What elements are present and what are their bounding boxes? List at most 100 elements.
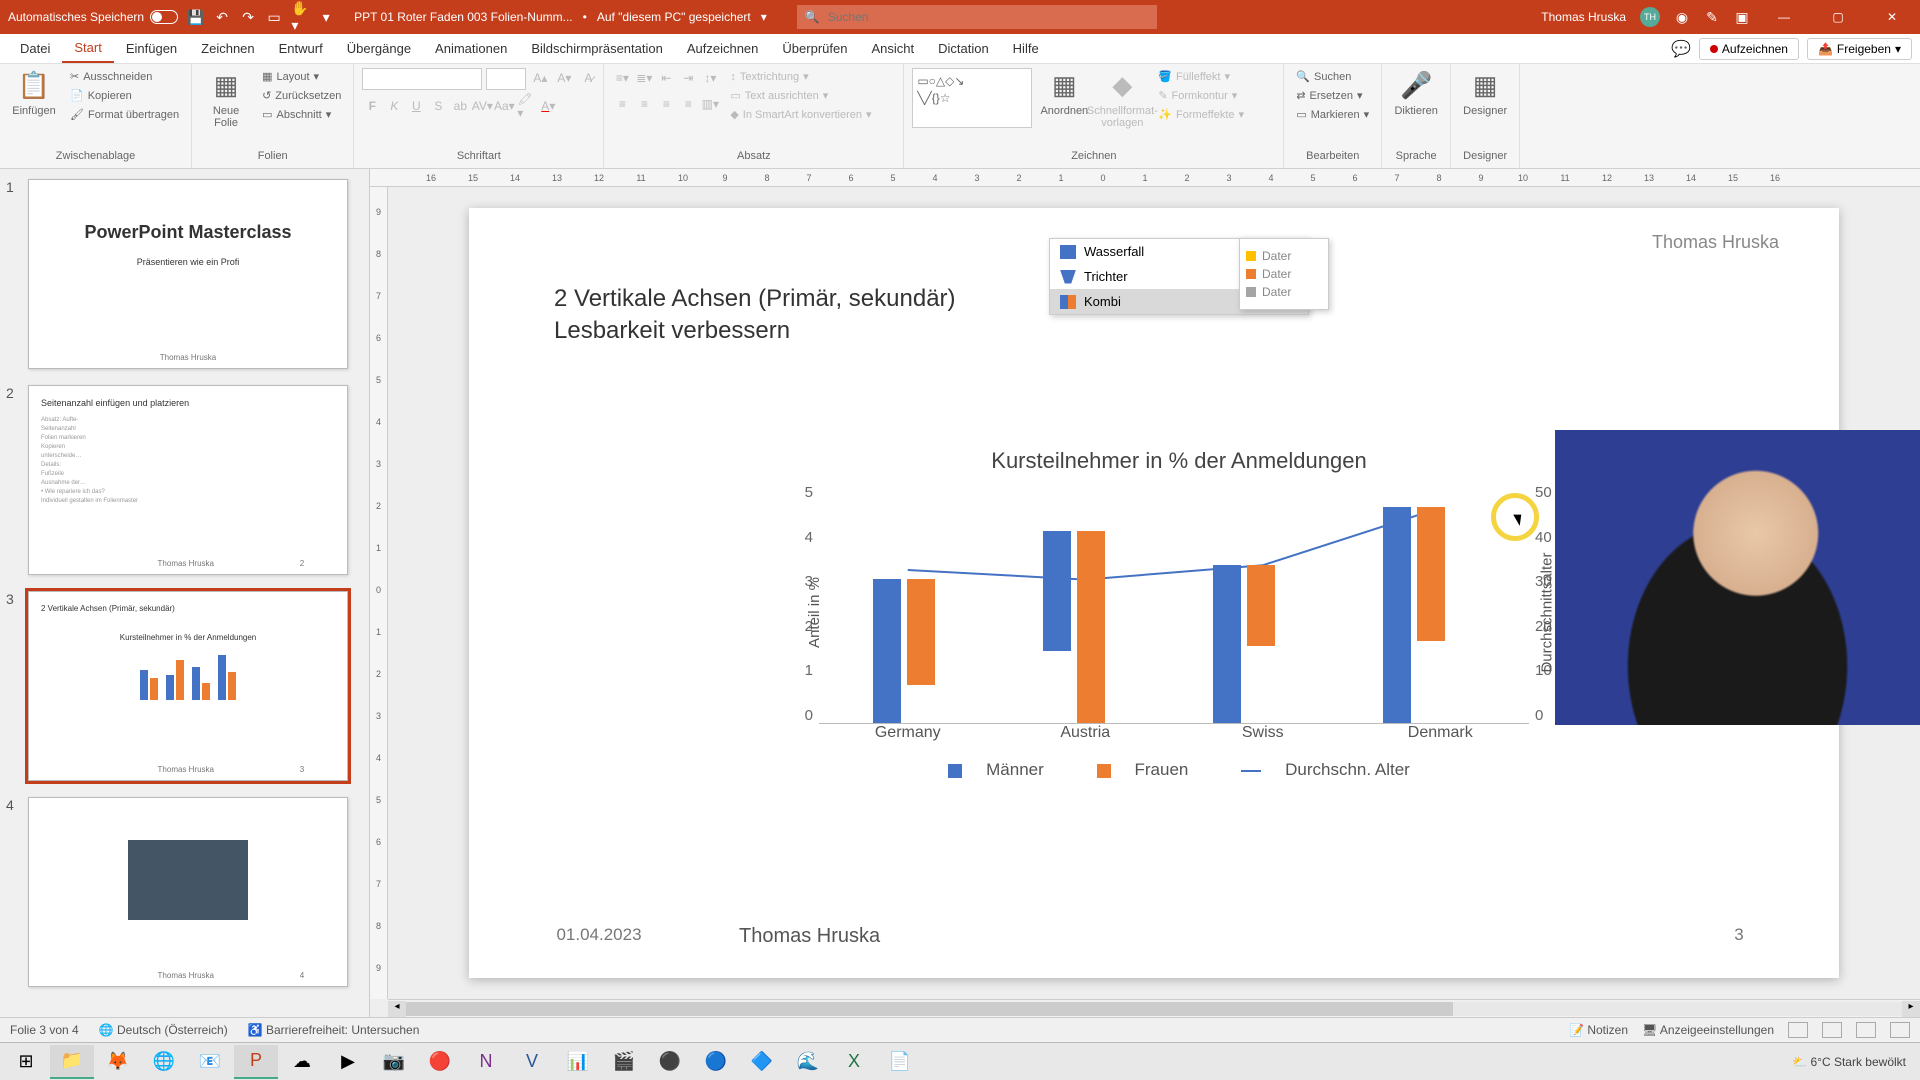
align-left-icon[interactable]: ≡ — [612, 94, 632, 114]
thumbnail-2[interactable]: Seitenanzahl einfügen und platzieren Abs… — [28, 385, 348, 575]
tab-hilfe[interactable]: Hilfe — [1001, 35, 1051, 62]
slide-indicator[interactable]: Folie 3 von 4 — [10, 1023, 79, 1037]
text-align-button[interactable]: ▭ Text ausrichten ▾ — [726, 87, 875, 104]
smartart-button[interactable]: ◆ In SmartArt konvertieren ▾ — [726, 106, 875, 123]
shapes-gallery[interactable]: ▭○△◇↘╲╱{}☆ — [912, 68, 1032, 128]
firefox-icon[interactable]: 🦊 — [96, 1045, 140, 1079]
tab-animationen[interactable]: Animationen — [423, 35, 519, 62]
explorer-icon[interactable]: 📁 — [50, 1045, 94, 1079]
tab-start[interactable]: Start — [62, 34, 113, 63]
vertical-ruler[interactable]: 9876543210123456789 — [370, 187, 388, 999]
tab-ueberpruefen[interactable]: Überprüfen — [770, 35, 859, 62]
onenote-icon[interactable]: N — [464, 1045, 508, 1079]
bullets-icon[interactable]: ≡▾ — [612, 68, 632, 88]
filename-area[interactable]: PPT 01 Roter Faden 003 Folien-Numm... • … — [354, 10, 767, 24]
tab-einfuegen[interactable]: Einfügen — [114, 35, 189, 62]
tab-zeichnen[interactable]: Zeichnen — [189, 35, 266, 62]
drawing-icon[interactable]: ✎ — [1704, 9, 1720, 25]
search-input[interactable] — [828, 10, 1149, 24]
shape-effects-button[interactable]: ✨ Formeffekte ▾ — [1154, 106, 1248, 123]
decrease-font-icon[interactable]: A▾ — [554, 68, 574, 88]
paste-button[interactable]: 📋Einfügen — [8, 68, 60, 119]
minimize-button[interactable]: — — [1764, 10, 1804, 24]
arrange-button[interactable]: ▦Anordnen — [1038, 68, 1090, 119]
tab-aufzeichnen[interactable]: Aufzeichnen — [675, 35, 771, 62]
vlc-icon[interactable]: ▶ — [326, 1045, 370, 1079]
notes-button[interactable]: 📝 Notizen — [1569, 1023, 1628, 1037]
layout-button[interactable]: ▦ Layout ▾ — [258, 68, 345, 85]
app-icon-3[interactable]: 🔴 — [418, 1045, 462, 1079]
share-button[interactable]: 📤Freigeben▾ — [1807, 38, 1912, 60]
text-direction-button[interactable]: ↕ Textrichtung ▾ — [726, 68, 875, 85]
user-name[interactable]: Thomas Hruska — [1541, 10, 1626, 24]
tab-entwurf[interactable]: Entwurf — [267, 35, 335, 62]
language-indicator[interactable]: 🌐 Deutsch (Österreich) — [99, 1023, 228, 1037]
horizontal-ruler[interactable]: 1615141312111098765432101234567891011121… — [370, 169, 1920, 187]
sync-icon[interactable]: ◉ — [1674, 9, 1690, 25]
tab-uebergaenge[interactable]: Übergänge — [335, 35, 423, 62]
find-button[interactable]: 🔍 Suchen — [1292, 68, 1373, 85]
font-size-input[interactable] — [486, 68, 526, 90]
indent-icon[interactable]: ⇥ — [678, 68, 698, 88]
app-icon-7[interactable]: 🔷 — [740, 1045, 784, 1079]
reset-button[interactable]: ↺ Zurücksetzen — [258, 87, 345, 104]
dictate-button[interactable]: 🎤Diktieren — [1390, 68, 1442, 119]
app-icon-8[interactable]: 📄 — [878, 1045, 922, 1079]
strike-icon[interactable]: S — [428, 96, 448, 116]
underline-icon[interactable]: U — [406, 96, 426, 116]
clear-format-icon[interactable]: A̷ — [578, 68, 598, 88]
increase-font-icon[interactable]: A▴ — [530, 68, 550, 88]
designer-button[interactable]: ▦Designer — [1459, 68, 1511, 119]
select-button[interactable]: ▭ Markieren ▾ — [1292, 106, 1373, 123]
slideshow-icon[interactable]: ▭ — [266, 9, 282, 25]
new-slide-button[interactable]: ▦Neue Folie — [200, 68, 252, 131]
copy-button[interactable]: 📄 Kopieren — [66, 87, 183, 104]
record-button[interactable]: Aufzeichnen — [1699, 38, 1799, 60]
columns-icon[interactable]: ▥▾ — [700, 94, 720, 114]
autosave-toggle[interactable]: Automatisches Speichern — [8, 10, 178, 24]
redo-icon[interactable]: ↷ — [240, 9, 256, 25]
tab-ansicht[interactable]: Ansicht — [859, 35, 926, 62]
visio-icon[interactable]: V — [510, 1045, 554, 1079]
font-color-icon[interactable]: A▾ — [538, 96, 558, 116]
slideshow-view-icon[interactable] — [1890, 1022, 1910, 1038]
touch-icon[interactable]: ✋▾ — [292, 9, 308, 25]
slide-title[interactable]: 2 Vertikale Achsen (Primär, sekundär) Le… — [554, 283, 956, 348]
accessibility-indicator[interactable]: ♿ Barrierefreiheit: Untersuchen — [248, 1023, 420, 1037]
shape-outline-button[interactable]: ✎ Formkontur ▾ — [1154, 87, 1248, 104]
tab-praesentation[interactable]: Bildschirmpräsentation — [519, 35, 675, 62]
quick-styles-button[interactable]: ◆Schnellformat- vorlagen — [1096, 68, 1148, 131]
bold-icon[interactable]: F — [362, 96, 382, 116]
thumbnail-3[interactable]: 2 Vertikale Achsen (Primär, sekundär) Ku… — [28, 591, 348, 781]
app-icon-6[interactable]: 🔵 — [694, 1045, 738, 1079]
edge-icon[interactable]: 🌊 — [786, 1045, 830, 1079]
close-button[interactable]: ✕ — [1872, 10, 1912, 24]
align-right-icon[interactable]: ≡ — [656, 94, 676, 114]
outlook-icon[interactable]: 📧 — [188, 1045, 232, 1079]
maximize-button[interactable]: ▢ — [1818, 10, 1858, 24]
user-avatar[interactable]: TH — [1640, 7, 1660, 27]
replace-button[interactable]: ⇄ Ersetzen ▾ — [1292, 87, 1373, 104]
spacing-icon[interactable]: AV▾ — [472, 96, 492, 116]
thumbnail-pane[interactable]: 1 PowerPoint Masterclass Präsentieren wi… — [0, 169, 370, 1017]
format-painter-button[interactable]: 🖌 Format übertragen — [66, 106, 183, 123]
highlight-icon[interactable]: 🖍▾ — [516, 96, 536, 116]
outdent-icon[interactable]: ⇤ — [656, 68, 676, 88]
sorter-view-icon[interactable] — [1822, 1022, 1842, 1038]
app-icon-4[interactable]: 📊 — [556, 1045, 600, 1079]
tab-dictation[interactable]: Dictation — [926, 35, 1001, 62]
qat-more-icon[interactable]: ▾ — [318, 9, 334, 25]
thumbnail-4[interactable]: Thomas Hruska4 — [28, 797, 348, 987]
chart[interactable]: Kursteilnehmer in % der Anmeldungen Ante… — [789, 448, 1569, 798]
horizontal-scrollbar[interactable]: ◂▸ — [388, 999, 1920, 1017]
italic-icon[interactable]: K — [384, 96, 404, 116]
start-button[interactable]: ⊞ — [4, 1045, 48, 1079]
app-icon-2[interactable]: 📷 — [372, 1045, 416, 1079]
undo-icon[interactable]: ↶ — [214, 9, 230, 25]
app-icon-5[interactable]: 🎬 — [602, 1045, 646, 1079]
powerpoint-icon[interactable]: P — [234, 1045, 278, 1079]
reading-view-icon[interactable] — [1856, 1022, 1876, 1038]
numbering-icon[interactable]: ≣▾ — [634, 68, 654, 88]
obs-icon[interactable]: ⚫ — [648, 1045, 692, 1079]
normal-view-icon[interactable] — [1788, 1022, 1808, 1038]
